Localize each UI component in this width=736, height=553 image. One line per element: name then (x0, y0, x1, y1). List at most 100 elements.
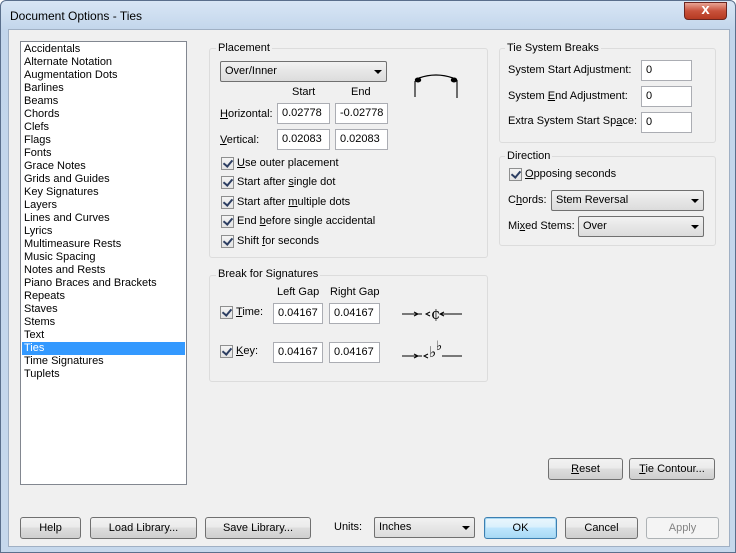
opposing-seconds-label: Opposing seconds (525, 168, 617, 180)
start-after-single-dot-checkbox[interactable] (221, 176, 234, 189)
key-left-gap-input[interactable]: 0.04167 (273, 342, 323, 363)
placement-mode-value: Over/Inner (225, 65, 277, 77)
shift-for-seconds-label: Shift for seconds (237, 235, 319, 247)
title-bar[interactable]: Document Options - Ties x (1, 1, 735, 29)
check-icon (222, 235, 234, 246)
category-item[interactable]: Lyrics (22, 225, 185, 238)
svg-text:♭: ♭ (436, 339, 442, 354)
category-item[interactable]: Grace Notes (22, 160, 185, 173)
category-item[interactable]: Augmentation Dots (22, 69, 185, 82)
ok-button[interactable]: OK (484, 517, 557, 539)
time-signature-break-checkbox[interactable] (220, 306, 233, 319)
time-label: Time: (236, 306, 264, 318)
category-item[interactable]: Text (22, 329, 185, 342)
close-icon: x (701, 1, 710, 18)
chevron-down-icon (691, 199, 699, 203)
tie-contour-button[interactable]: Tie Contour... (629, 458, 715, 480)
apply-button[interactable]: Apply (646, 517, 719, 539)
time-right-gap-input[interactable]: 0.04167 (329, 303, 380, 324)
chords-direction-select[interactable]: Stem Reversal (551, 190, 704, 211)
category-item[interactable]: Flags (22, 134, 185, 147)
category-item[interactable]: Key Signatures (22, 186, 185, 199)
category-item[interactable]: Multimeasure Rests (22, 238, 185, 251)
units-label: Units: (334, 521, 363, 533)
vertical-end-input[interactable]: 0.02083 (335, 129, 388, 150)
dialog-window: Document Options - Ties x Accidentals Alt… (0, 0, 736, 553)
mixed-stems-value: Over (583, 220, 607, 232)
category-item[interactable]: Accidentals (22, 43, 185, 56)
category-item[interactable]: Ties (22, 342, 185, 355)
left-gap-column-header: Left Gap (277, 286, 320, 298)
save-library-button[interactable]: Save Library... (205, 517, 311, 539)
check-icon (222, 215, 234, 226)
units-value: Inches (379, 521, 412, 533)
category-item[interactable]: Fonts (22, 147, 185, 160)
key-signature-break-checkbox[interactable] (220, 345, 233, 358)
placement-group-label: Placement (216, 42, 272, 54)
system-start-adjustment-label: System Start Adjustment: (508, 64, 632, 76)
time-left-gap-input[interactable]: 0.04167 (273, 303, 323, 324)
placement-mode-select[interactable]: Over/Inner (220, 61, 387, 82)
chevron-down-icon (691, 225, 699, 229)
load-library-button[interactable]: Load Library... (90, 517, 197, 539)
start-after-multiple-dots-label: Start after multiple dots (237, 196, 351, 208)
category-item[interactable]: Piano Braces and Brackets (22, 277, 185, 290)
chevron-down-icon (462, 526, 470, 530)
break-signatures-group-label: Break for Signatures (216, 268, 321, 280)
category-item[interactable]: Repeats (22, 290, 185, 303)
chords-direction-value: Stem Reversal (556, 194, 629, 206)
start-after-single-dot-label: Start after single dot (237, 176, 336, 188)
category-item[interactable]: Notes and Rests (22, 264, 185, 277)
dialog-client: Accidentals Alternate Notation Augmentatio… (8, 29, 730, 547)
close-button[interactable]: x (684, 1, 727, 20)
cancel-button[interactable]: Cancel (565, 517, 638, 539)
check-icon (221, 345, 233, 356)
reset-button[interactable]: Reset (548, 458, 623, 480)
category-item[interactable]: Time Signatures (22, 355, 185, 368)
extra-system-start-space-input[interactable]: 0 (641, 112, 692, 133)
category-item[interactable]: Layers (22, 199, 185, 212)
extra-system-start-space-label: Extra System Start Space: (508, 115, 638, 127)
end-column-header: End (351, 86, 371, 98)
system-end-adjustment-label: System End Adjustment: (508, 90, 628, 102)
use-outer-placement-checkbox[interactable] (221, 157, 234, 170)
chevron-down-icon (374, 70, 382, 74)
category-item[interactable]: Music Spacing (22, 251, 185, 264)
check-icon (222, 157, 234, 168)
category-item[interactable]: Beams (22, 95, 185, 108)
vertical-label: Vertical: (220, 134, 260, 146)
check-icon (222, 176, 234, 187)
system-end-adjustment-input[interactable]: 0 (641, 86, 692, 107)
category-item[interactable]: Tuplets (22, 368, 185, 381)
opposing-seconds-checkbox[interactable] (509, 168, 522, 181)
use-outer-placement-label: Use outer placement (237, 157, 339, 169)
system-start-adjustment-input[interactable]: 0 (641, 60, 692, 81)
category-item[interactable]: Alternate Notation (22, 56, 185, 69)
category-item[interactable]: Clefs (22, 121, 185, 134)
key-right-gap-input[interactable]: 0.04167 (329, 342, 380, 363)
tie-system-breaks-group-label: Tie System Breaks (505, 42, 601, 54)
horizontal-label: Horizontal: (220, 108, 273, 120)
shift-for-seconds-checkbox[interactable] (221, 235, 234, 248)
horizontal-start-input[interactable]: 0.02778 (277, 103, 330, 124)
mixed-stems-select[interactable]: Over (578, 216, 704, 237)
category-item[interactable]: Stems (22, 316, 185, 329)
category-item[interactable]: Grids and Guides (22, 173, 185, 186)
end-before-single-accidental-checkbox[interactable] (221, 215, 234, 228)
vertical-start-input[interactable]: 0.02083 (277, 129, 330, 150)
category-item[interactable]: Barlines (22, 82, 185, 95)
category-item[interactable]: Chords (22, 108, 185, 121)
category-list[interactable]: Accidentals Alternate Notation Augmentatio… (20, 41, 187, 485)
category-item[interactable]: Lines and Curves (22, 212, 185, 225)
right-gap-column-header: Right Gap (330, 286, 380, 298)
time-signature-break-icon: ¢ (402, 305, 462, 323)
window-title: Document Options - Ties (10, 9, 143, 23)
units-select[interactable]: Inches (374, 517, 475, 538)
chords-label: Chords: (508, 194, 547, 206)
category-item[interactable]: Staves (22, 303, 185, 316)
horizontal-end-input[interactable]: -0.02778 (335, 103, 388, 124)
end-before-single-accidental-label: End before single accidental (237, 215, 376, 227)
help-button[interactable]: Help (20, 517, 81, 539)
start-after-multiple-dots-checkbox[interactable] (221, 196, 234, 209)
key-label: Key: (236, 345, 259, 357)
